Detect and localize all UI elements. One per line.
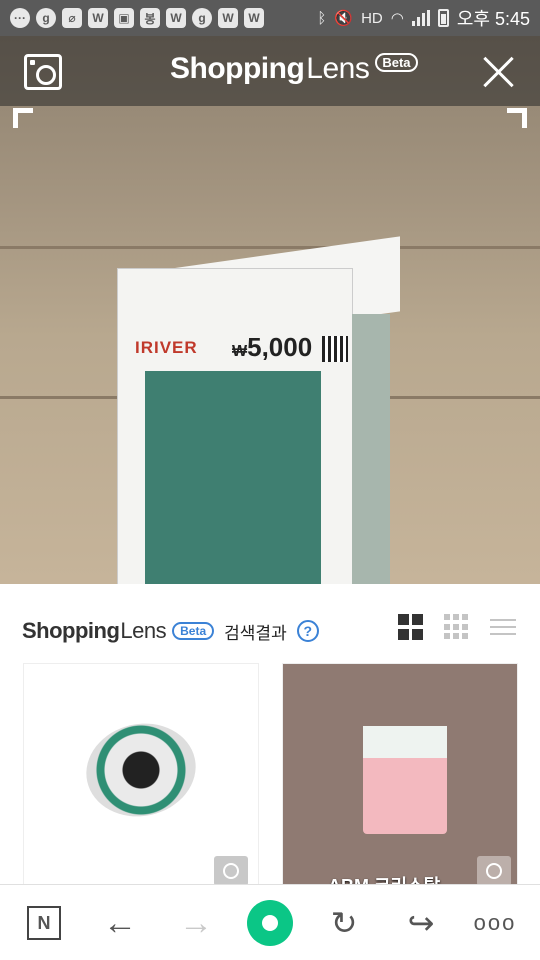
wall-tile-line bbox=[0, 246, 540, 249]
results-header: Shopping Lens Beta 검색결과 ? bbox=[22, 618, 319, 644]
refresh-icon[interactable]: ↻ bbox=[324, 903, 364, 943]
product-price: ₩5,000 bbox=[232, 332, 313, 362]
camera-viewfinder[interactable]: IRIVER ₩5,000 Shopping Lens Beta bbox=[0, 36, 540, 584]
w-icon: W bbox=[218, 8, 238, 28]
signal-icon bbox=[411, 10, 430, 26]
pill-icon: ⌀ bbox=[62, 8, 82, 28]
lens-title: Shopping Lens Beta bbox=[170, 52, 418, 86]
system-icons: ᛒ 🔇 HD ◠ 오후 5:45 bbox=[317, 5, 530, 31]
result-card[interactable] bbox=[23, 663, 259, 893]
results-label: 검색결과 bbox=[224, 623, 287, 643]
more-icon[interactable]: ooo bbox=[472, 903, 518, 943]
scan-icon[interactable] bbox=[214, 856, 248, 886]
g-icon: g bbox=[192, 8, 212, 28]
beta-badge: Beta bbox=[172, 622, 215, 640]
search-results-panel: Shopping Lens Beta 검색결과 ? ABM 크리스탈 bbox=[0, 584, 540, 893]
w-icon: W bbox=[88, 8, 108, 28]
back-arrow-icon[interactable]: ← bbox=[100, 903, 140, 943]
mute-icon: 🔇 bbox=[334, 10, 354, 27]
forward-arrow-icon[interactable]: → bbox=[176, 903, 216, 943]
image-icon: ▣ bbox=[114, 8, 134, 28]
home-button[interactable] bbox=[247, 900, 293, 946]
chat-icon: ··· bbox=[10, 8, 30, 28]
battery-icon bbox=[437, 9, 449, 27]
close-icon[interactable] bbox=[480, 54, 518, 90]
w-icon: W bbox=[166, 8, 186, 28]
grid-3-view-button[interactable] bbox=[444, 614, 470, 640]
notification-icons: ··· g ⌀ W ▣ 봉 W g W W bbox=[10, 8, 264, 28]
scan-icon[interactable] bbox=[24, 54, 62, 90]
list-view-button[interactable] bbox=[490, 614, 516, 640]
bottom-nav: N ← → ↻ ↪ ooo bbox=[0, 884, 540, 960]
result-card[interactable]: ABM 크리스탈 bbox=[282, 663, 518, 893]
help-icon[interactable]: ? bbox=[296, 620, 319, 642]
solder-reel-image bbox=[77, 713, 205, 827]
product-box-side bbox=[352, 314, 390, 584]
scrubber-label bbox=[363, 726, 447, 758]
wifi-icon: ◠ bbox=[390, 10, 404, 27]
hd-icon: HD bbox=[361, 9, 383, 27]
status-bar: ··· g ⌀ W ▣ 봉 W g W W ᛒ 🔇 HD ◠ 오후 5:45 bbox=[0, 0, 540, 36]
w-icon: W bbox=[244, 8, 264, 28]
share-icon[interactable]: ↪ bbox=[401, 903, 441, 943]
grid-2-view-button[interactable] bbox=[398, 614, 424, 640]
bluetooth-icon: ᛒ bbox=[317, 9, 327, 27]
beta-badge: Beta bbox=[375, 52, 418, 72]
frame-corner-top-right bbox=[507, 108, 527, 128]
bong-icon: 봉 bbox=[140, 8, 160, 28]
naver-n-button[interactable]: N bbox=[27, 906, 61, 940]
clock: 오후 5:45 bbox=[456, 9, 530, 29]
product-brand: IRIVER bbox=[135, 338, 198, 357]
scan-icon[interactable] bbox=[477, 856, 511, 886]
qr-code bbox=[322, 336, 348, 362]
product-box-window bbox=[145, 371, 321, 584]
frame-corner-top-left bbox=[13, 108, 33, 128]
g-icon: g bbox=[36, 8, 56, 28]
